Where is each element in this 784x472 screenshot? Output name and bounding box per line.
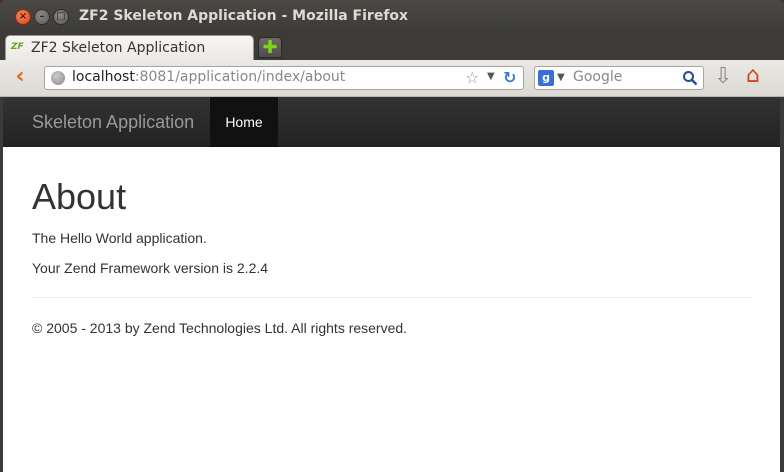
intro-paragraph: The Hello World application. bbox=[32, 230, 207, 246]
zf-favicon-icon: ZF bbox=[11, 42, 24, 52]
navigation-toolbar: ‹ localhost:8081/application/index/about… bbox=[0, 60, 784, 97]
google-icon[interactable]: g bbox=[538, 70, 554, 86]
reload-icon[interactable]: ↻ bbox=[503, 68, 516, 87]
close-icon[interactable]: × bbox=[15, 9, 31, 25]
url-dropdown-icon[interactable]: ▼ bbox=[487, 71, 495, 82]
url-bar[interactable]: localhost:8081/application/index/about ☆… bbox=[44, 66, 524, 90]
site-navbar: Skeleton Application Home bbox=[3, 97, 780, 147]
home-icon[interactable]: ⌂ bbox=[746, 64, 760, 88]
maximize-icon[interactable]: □ bbox=[53, 9, 69, 25]
search-engine-dropdown-icon[interactable]: ▼ bbox=[557, 72, 565, 83]
search-icon[interactable] bbox=[682, 70, 698, 86]
url-text[interactable]: localhost:8081/application/index/about bbox=[72, 69, 345, 85]
tab-title: ZF2 Skeleton Application bbox=[31, 40, 206, 56]
search-input[interactable]: Google bbox=[573, 69, 622, 85]
page-title: About bbox=[32, 176, 127, 217]
footer-copyright: © 2005 - 2013 by Zend Technologies Ltd. … bbox=[32, 320, 408, 336]
browser-window: × – □ ZF2 Skeleton Application - Mozilla… bbox=[0, 0, 784, 472]
star-icon[interactable]: ☆ bbox=[465, 68, 479, 87]
tab-bar: ZF ZF2 Skeleton Application ✚ bbox=[0, 33, 784, 60]
minimize-icon[interactable]: – bbox=[34, 9, 50, 25]
footer-divider bbox=[32, 297, 752, 298]
nav-item-home[interactable]: Home bbox=[210, 97, 278, 147]
brand-link[interactable]: Skeleton Application bbox=[32, 112, 194, 133]
title-bar: × – □ ZF2 Skeleton Application - Mozilla… bbox=[0, 0, 784, 33]
url-path: :8081/application/index/about bbox=[134, 69, 346, 85]
download-icon[interactable]: ⇩ bbox=[714, 66, 732, 88]
new-tab-button[interactable]: ✚ bbox=[258, 37, 282, 58]
page-viewport: Skeleton Application Home About The Hell… bbox=[3, 97, 780, 472]
tab-zf2-skeleton[interactable]: ZF ZF2 Skeleton Application bbox=[5, 35, 254, 60]
window-title: ZF2 Skeleton Application - Mozilla Firef… bbox=[79, 8, 409, 24]
globe-icon bbox=[51, 71, 65, 85]
version-paragraph: Your Zend Framework version is 2.2.4 bbox=[32, 260, 269, 276]
url-host: localhost bbox=[72, 69, 135, 85]
back-icon[interactable]: ‹ bbox=[8, 66, 32, 90]
search-bar[interactable]: g ▼ Google bbox=[534, 66, 704, 90]
